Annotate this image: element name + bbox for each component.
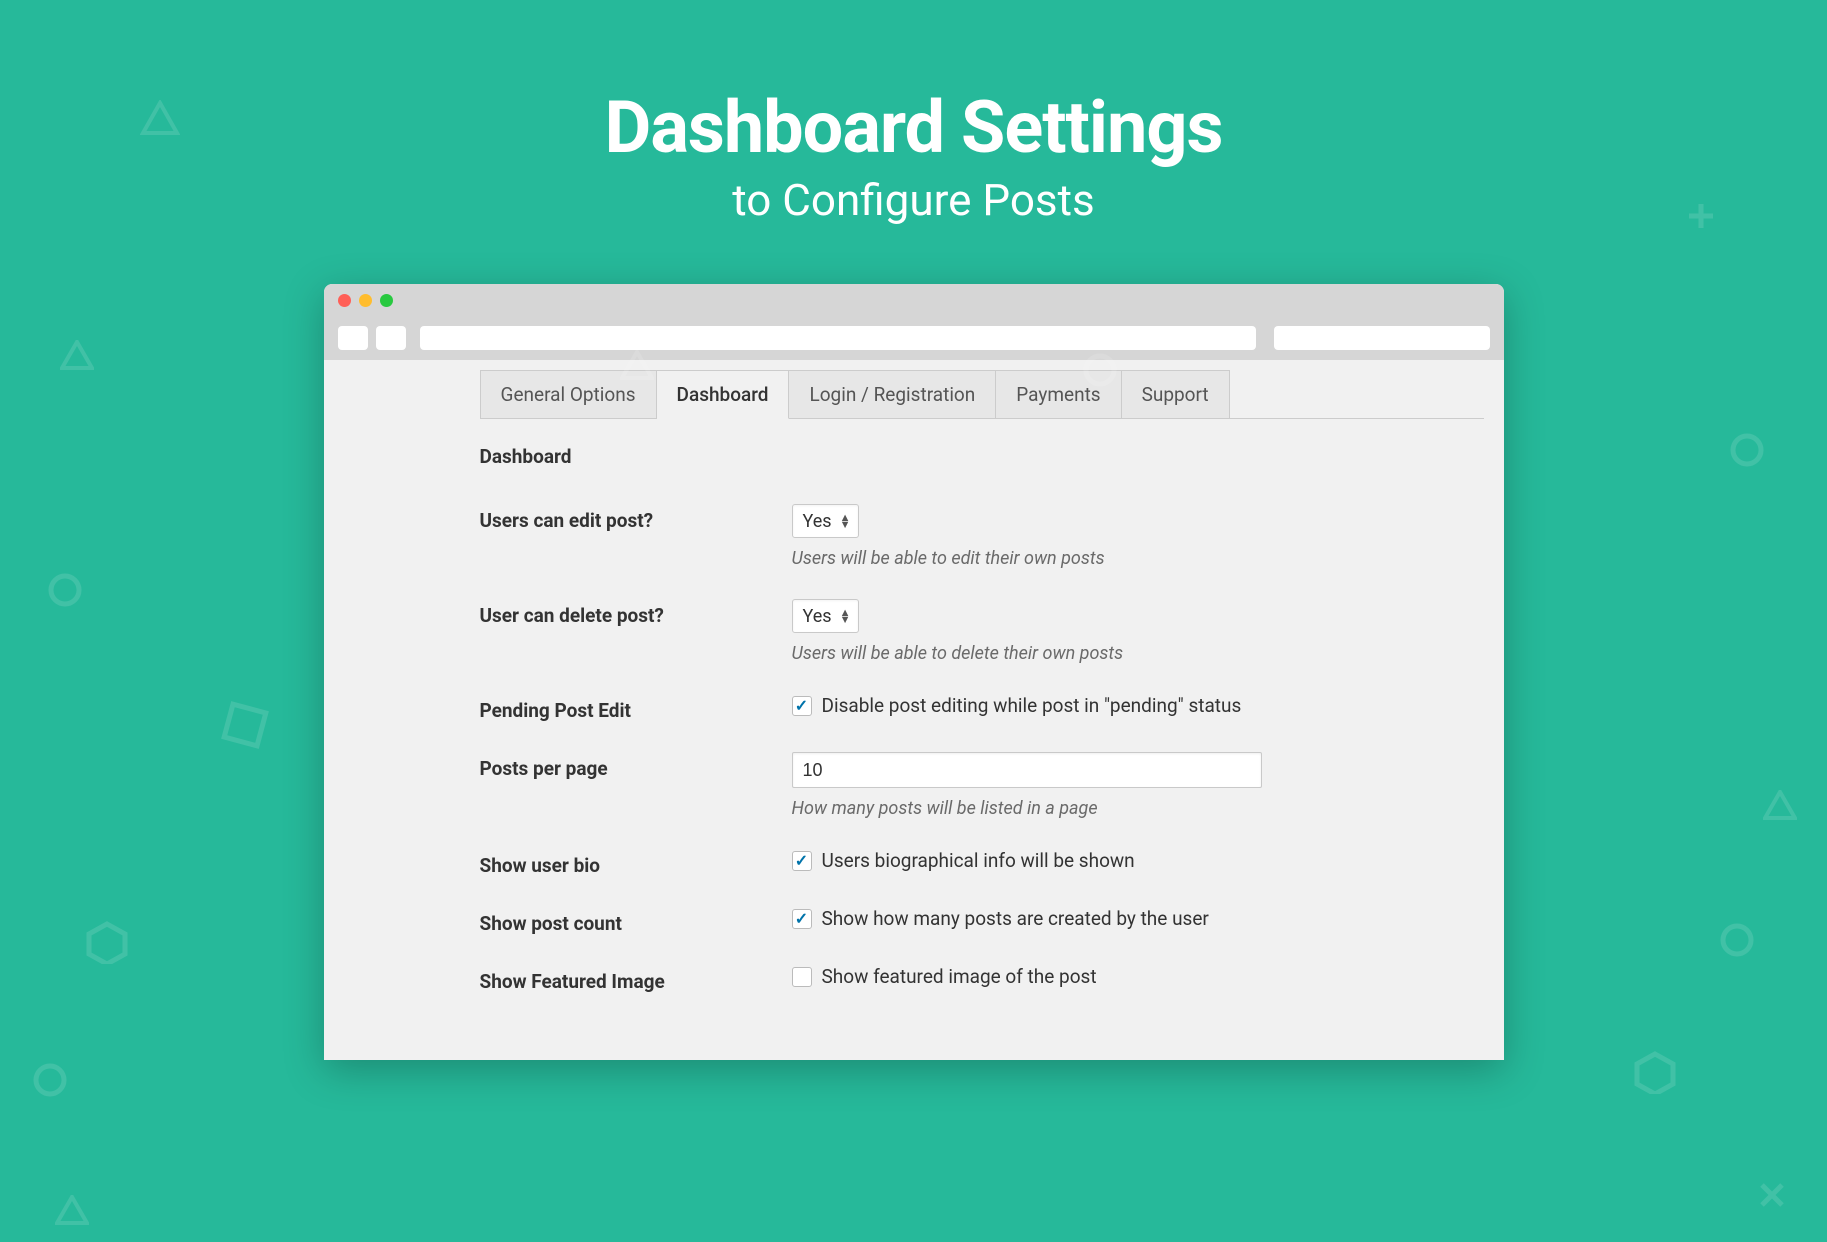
label-show-bio: Show user bio [480,849,792,877]
search-bar[interactable] [1274,326,1490,350]
row-pending-edit: Pending Post Edit ✓ Disable post editing… [480,668,1484,726]
checkbox-label-show-featured: Show featured image of the post [822,965,1097,988]
row-show-bio: Show user bio ✓ Users biographical info … [480,823,1484,881]
hero-title: Dashboard Settings [0,85,1827,170]
section-title: Dashboard [480,445,1504,468]
label-edit-post: Users can edit post? [480,504,792,532]
tab-dashboard[interactable]: Dashboard [657,370,790,419]
help-edit-post: Users will be able to edit their own pos… [792,548,1484,569]
browser-toolbar [324,316,1504,360]
checkbox-label-pending-edit: Disable post editing while post in "pend… [822,694,1242,717]
select-value: Yes [803,511,832,532]
checkbox-pending-edit[interactable]: ✓ [792,696,812,716]
tab-general-options[interactable]: General Options [480,370,657,419]
input-posts-per-page[interactable] [792,752,1262,788]
chevron-updown-icon: ▲▼ [840,514,851,528]
select-edit-post[interactable]: Yes ▲▼ [792,504,860,538]
row-edit-post: Users can edit post? Yes ▲▼ Users will b… [480,478,1484,573]
help-posts-per-page: How many posts will be listed in a page [792,798,1484,819]
label-show-featured: Show Featured Image [480,965,792,993]
nav-back-button[interactable] [338,326,368,350]
window-titlebar [324,284,1504,316]
checkbox-label-show-bio: Users biographical info will be shown [822,849,1135,872]
row-show-count: Show post count ✓ Show how many posts ar… [480,881,1484,939]
label-pending-edit: Pending Post Edit [480,694,792,722]
page-content: General Options Dashboard Login / Regist… [324,360,1504,1060]
hero-subtitle: to Configure Posts [0,174,1827,226]
settings-tabs: General Options Dashboard Login / Regist… [480,360,1504,419]
close-icon[interactable] [338,294,351,307]
checkbox-label-show-count: Show how many posts are created by the u… [822,907,1209,930]
select-delete-post[interactable]: Yes ▲▼ [792,599,860,633]
row-delete-post: User can delete post? Yes ▲▼ Users will … [480,573,1484,668]
hero: Dashboard Settings to Configure Posts [0,0,1827,226]
address-bar[interactable] [420,326,1256,350]
maximize-icon[interactable] [380,294,393,307]
nav-forward-button[interactable] [376,326,406,350]
row-show-featured: Show Featured Image Show featured image … [480,939,1484,997]
select-value: Yes [803,606,832,627]
checkbox-show-bio[interactable]: ✓ [792,851,812,871]
label-posts-per-page: Posts per page [480,752,792,780]
minimize-icon[interactable] [359,294,372,307]
label-show-count: Show post count [480,907,792,935]
settings-form: Users can edit post? Yes ▲▼ Users will b… [480,478,1484,997]
chevron-updown-icon: ▲▼ [840,609,851,623]
tab-support[interactable]: Support [1122,370,1230,419]
label-delete-post: User can delete post? [480,599,792,627]
checkbox-show-featured[interactable] [792,967,812,987]
help-delete-post: Users will be able to delete their own p… [792,643,1484,664]
checkbox-show-count[interactable]: ✓ [792,909,812,929]
row-posts-per-page: Posts per page How many posts will be li… [480,726,1484,823]
tab-payments[interactable]: Payments [996,370,1121,419]
tab-login-registration[interactable]: Login / Registration [789,370,996,419]
browser-window: General Options Dashboard Login / Regist… [324,284,1504,1060]
